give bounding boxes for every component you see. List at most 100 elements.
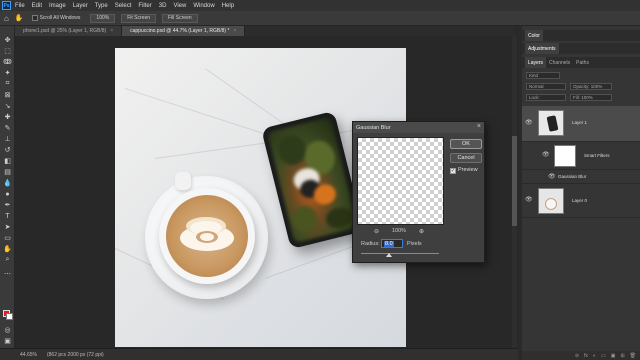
layer-name[interactable]: Gaussian Blur bbox=[558, 174, 586, 179]
menu-help[interactable]: Help bbox=[222, 3, 234, 9]
preview-checkbox[interactable]: ✓ bbox=[450, 168, 456, 174]
layer0-thumbnail bbox=[538, 188, 564, 214]
tab-paths[interactable]: Paths bbox=[573, 60, 592, 66]
delete-layer-icon[interactable]: 🗑 bbox=[630, 353, 636, 359]
zoom-out-icon[interactable]: ⊖ bbox=[374, 228, 379, 235]
cup-handle-image bbox=[175, 172, 191, 190]
more-tools-icon[interactable]: ⋯ bbox=[3, 270, 12, 278]
hand-tool-icon[interactable]: ✋ bbox=[3, 245, 12, 253]
magic-wand-icon[interactable]: ✦ bbox=[3, 69, 12, 77]
dialog-title-bar[interactable]: Gaussian Blur × bbox=[353, 122, 484, 133]
visibility-eye-icon[interactable]: 👁 bbox=[525, 119, 533, 126]
preview-zoom-level: 100% bbox=[392, 228, 407, 234]
close-icon[interactable]: × bbox=[233, 28, 236, 34]
layer-row-smart-filters[interactable]: 👁 Smart Filters bbox=[522, 142, 640, 170]
fill-field[interactable]: Fill: 100% bbox=[570, 94, 612, 101]
menu-select[interactable]: Select bbox=[115, 3, 132, 9]
fill-screen-button[interactable]: Fill Screen bbox=[162, 13, 198, 23]
brush-tool-icon[interactable]: ✎ bbox=[3, 124, 12, 132]
latte-art-image bbox=[166, 195, 248, 277]
visibility-eye-icon[interactable]: 👁 bbox=[548, 173, 556, 180]
blur-preview-window[interactable] bbox=[357, 137, 444, 225]
menu-edit[interactable]: Edit bbox=[32, 3, 42, 9]
layer-name[interactable]: Smart Filters bbox=[584, 153, 610, 158]
crop-tool-icon[interactable]: ⌗ bbox=[3, 80, 12, 88]
type-tool-icon[interactable]: T bbox=[3, 212, 12, 220]
close-icon[interactable]: × bbox=[477, 123, 481, 130]
layer-style-icon[interactable]: fx bbox=[584, 353, 588, 359]
quick-mask-icon[interactable]: ◎ bbox=[3, 326, 12, 334]
visibility-eye-icon[interactable]: 👁 bbox=[542, 151, 550, 158]
layer-mask-icon[interactable]: ▭ bbox=[601, 353, 606, 359]
rectangle-tool-icon[interactable]: ▭ bbox=[3, 234, 12, 242]
lasso-tool-icon[interactable]: ↂ bbox=[3, 58, 12, 66]
lock-label: Lock: bbox=[529, 95, 540, 100]
eraser-icon[interactable]: ◧ bbox=[3, 157, 12, 165]
hand-tool-icon[interactable]: ✋ bbox=[15, 14, 24, 22]
group-icon[interactable]: ▣ bbox=[611, 353, 616, 359]
layer-name[interactable]: Layer 1 bbox=[572, 120, 587, 125]
blend-mode-select[interactable]: Normal bbox=[526, 83, 566, 90]
opacity-field[interactable]: Opacity: 100% bbox=[570, 83, 612, 90]
zoom-100-button[interactable]: 100% bbox=[90, 13, 116, 23]
home-icon[interactable]: ⌂ bbox=[4, 14, 9, 23]
marquee-tool-icon[interactable]: ⬚ bbox=[3, 47, 12, 55]
scroll-all-checkbox[interactable] bbox=[31, 15, 38, 21]
layer-name[interactable]: Layer 0 bbox=[572, 198, 587, 203]
menu-bar: Ps File Edit Image Layer Type Select Fil… bbox=[0, 0, 640, 11]
gradient-tool-icon[interactable]: ▤ bbox=[3, 168, 12, 176]
menu-layer[interactable]: Layer bbox=[73, 3, 88, 9]
move-tool-icon[interactable]: ✥ bbox=[3, 36, 12, 44]
layer1-thumbnail bbox=[538, 110, 564, 136]
document-info: (862 pcs 2000 px (72 ppi) bbox=[46, 351, 104, 358]
zoom-readout[interactable]: 44.65% bbox=[20, 352, 37, 358]
clone-stamp-icon[interactable]: ⊥ bbox=[3, 135, 12, 143]
menu-file[interactable]: File bbox=[15, 3, 25, 9]
ok-button[interactable]: OK bbox=[450, 139, 482, 149]
layer-row-layer0[interactable]: 👁 Layer 0 bbox=[522, 184, 640, 218]
menu-image[interactable]: Image bbox=[49, 3, 66, 9]
fit-screen-button[interactable]: Fit Screen bbox=[121, 13, 157, 23]
healing-brush-icon[interactable]: ✚ bbox=[3, 113, 12, 121]
lock-options[interactable]: Lock: bbox=[526, 94, 566, 101]
radius-unit-label: Pixels bbox=[407, 241, 422, 247]
dodge-tool-icon[interactable]: ● bbox=[3, 190, 12, 198]
menu-type[interactable]: Type bbox=[95, 3, 108, 9]
zoom-in-icon[interactable]: ⊕ bbox=[419, 228, 424, 235]
tab-channels[interactable]: Channels bbox=[546, 60, 573, 66]
radius-slider-thumb[interactable] bbox=[386, 253, 392, 257]
visibility-eye-icon[interactable]: 👁 bbox=[525, 196, 533, 203]
scrollbar-thumb[interactable] bbox=[512, 136, 517, 226]
radius-slider-track[interactable] bbox=[361, 253, 439, 254]
eyedropper-icon[interactable]: ↘ bbox=[3, 102, 12, 110]
tab-color[interactable]: Color bbox=[525, 30, 543, 41]
layer-kind-filter[interactable]: Kind bbox=[526, 72, 560, 79]
menu-view[interactable]: View bbox=[173, 3, 186, 9]
path-select-icon[interactable]: ➤ bbox=[3, 223, 12, 231]
link-layers-icon[interactable]: ⊘ bbox=[575, 353, 579, 359]
close-icon[interactable]: × bbox=[110, 28, 113, 34]
radius-input[interactable]: 8.0 bbox=[381, 239, 403, 248]
pen-tool-icon[interactable]: ✒ bbox=[3, 201, 12, 209]
photoshop-logo-icon: Ps bbox=[2, 1, 11, 10]
adjustment-layer-icon[interactable]: ◐ bbox=[593, 353, 596, 359]
new-layer-icon[interactable]: ⊞ bbox=[620, 353, 624, 359]
tab-phone1[interactable]: phone1.psd @ 25% (Layer 1, RGB/8) × bbox=[15, 26, 123, 36]
menu-window[interactable]: Window bbox=[193, 3, 214, 9]
tab-adjustments[interactable]: Adjustments bbox=[525, 43, 559, 54]
frame-tool-icon[interactable]: ⊠ bbox=[3, 91, 12, 99]
history-brush-icon[interactable]: ↺ bbox=[3, 146, 12, 154]
cancel-button[interactable]: Cancel bbox=[450, 153, 482, 163]
tab-cappuccino[interactable]: cappuccino.psd @ 44.7% (Layer 1, RGB/8) … bbox=[122, 26, 246, 36]
vertical-scrollbar[interactable] bbox=[512, 36, 517, 348]
zoom-tool-icon[interactable]: ⌕ bbox=[3, 256, 12, 264]
background-color-swatch[interactable] bbox=[6, 313, 13, 320]
tab-layers[interactable]: Layers bbox=[525, 57, 547, 68]
blend-mode-value: Normal bbox=[529, 84, 544, 89]
screen-mode-icon[interactable]: ▣ bbox=[3, 337, 12, 345]
blur-tool-icon[interactable]: 💧 bbox=[3, 179, 12, 187]
layer-row-layer1[interactable]: 👁 Layer 1 bbox=[522, 106, 640, 142]
menu-3d[interactable]: 3D bbox=[159, 3, 167, 9]
layer-row-gaussian-blur[interactable]: 👁 Gaussian Blur bbox=[522, 170, 640, 184]
menu-filter[interactable]: Filter bbox=[138, 3, 151, 9]
